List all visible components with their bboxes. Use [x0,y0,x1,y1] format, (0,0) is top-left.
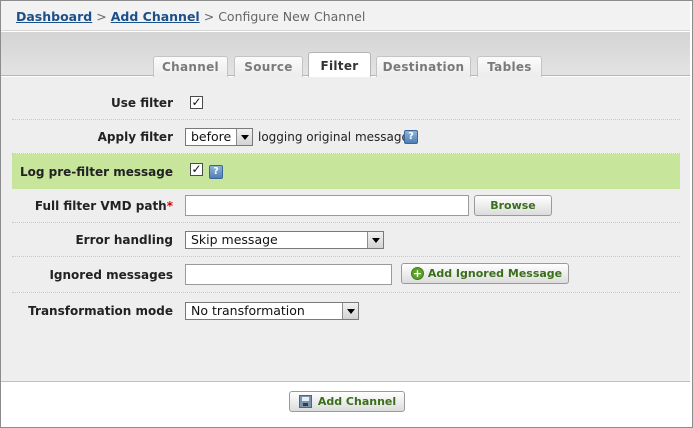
ignored-messages-input[interactable] [185,264,392,285]
breadcrumb-dashboard-link[interactable]: Dashboard [16,9,92,24]
transformation-mode-value: No transformation [191,303,305,318]
save-icon [299,395,312,408]
chevron-down-icon [367,232,383,248]
browse-button[interactable]: Browse [474,195,552,216]
error-handling-select[interactable]: Skip message [185,231,384,249]
add-channel-button[interactable]: Add Channel [289,391,405,412]
log-prefilter-checkbox[interactable]: ✓ [190,163,203,176]
help-icon[interactable]: ? [404,130,418,144]
ignored-messages-label: Ignored messages [49,268,173,282]
chevron-down-icon [236,129,252,145]
apply-filter-label: Apply filter [97,130,173,144]
tab-tables[interactable]: Tables [477,56,542,77]
add-ignored-message-label: Add Ignored Message [427,267,563,280]
apply-filter-suffix: logging original message [258,130,409,144]
required-marker: * [166,199,173,213]
use-filter-checkbox[interactable]: ✓ [190,96,203,109]
error-handling-label: Error handling [75,233,173,247]
tab-destination[interactable]: Destination [376,56,471,77]
error-handling-row: Error handling Skip message [12,223,680,257]
breadcrumb-separator: > [96,9,107,24]
log-prefilter-row: Log pre-filter message ✓ ? [12,154,680,189]
footer: Add Channel [1,381,690,426]
use-filter-row: Use filter ✓ [12,86,680,120]
breadcrumb-separator: > [203,9,215,24]
filter-path-input[interactable] [185,195,469,216]
use-filter-label: Use filter [110,96,173,110]
tab-filter[interactable]: Filter [308,52,371,77]
breadcrumb-current: Configure New Channel [218,9,366,24]
add-ignored-message-button[interactable]: + Add Ignored Message [401,263,569,284]
help-icon[interactable]: ? [209,165,223,179]
chevron-down-icon [342,303,358,319]
plus-icon: + [411,267,424,280]
transformation-mode-row: Transformation mode No transformation [12,293,680,329]
ignored-messages-row: Ignored messages + Add Ignored Message [12,257,680,293]
filter-path-row: Full filter VMD path* Browse [12,189,680,223]
transformation-mode-label: Transformation mode [28,304,173,318]
tab-channel[interactable]: Channel [153,56,228,77]
apply-filter-select[interactable]: before [185,128,253,146]
breadcrumb: Dashboard > Add Channel > Configure New Chan… [1,1,690,31]
tab-bar: Channel Source Filter Destination Tables [1,32,690,77]
error-handling-value: Skip message [191,232,278,247]
log-prefilter-label: Log pre-filter message [19,165,173,179]
apply-filter-value: before [191,129,232,144]
tab-source[interactable]: Source [234,56,303,77]
filter-path-label: Full filter VMD path* [34,199,173,213]
add-channel-label: Add Channel [317,395,397,408]
apply-filter-row: Apply filter before logging original mes… [12,120,680,154]
breadcrumb-add-channel-link[interactable]: Add Channel [111,9,200,24]
transformation-mode-select[interactable]: No transformation [185,302,359,320]
